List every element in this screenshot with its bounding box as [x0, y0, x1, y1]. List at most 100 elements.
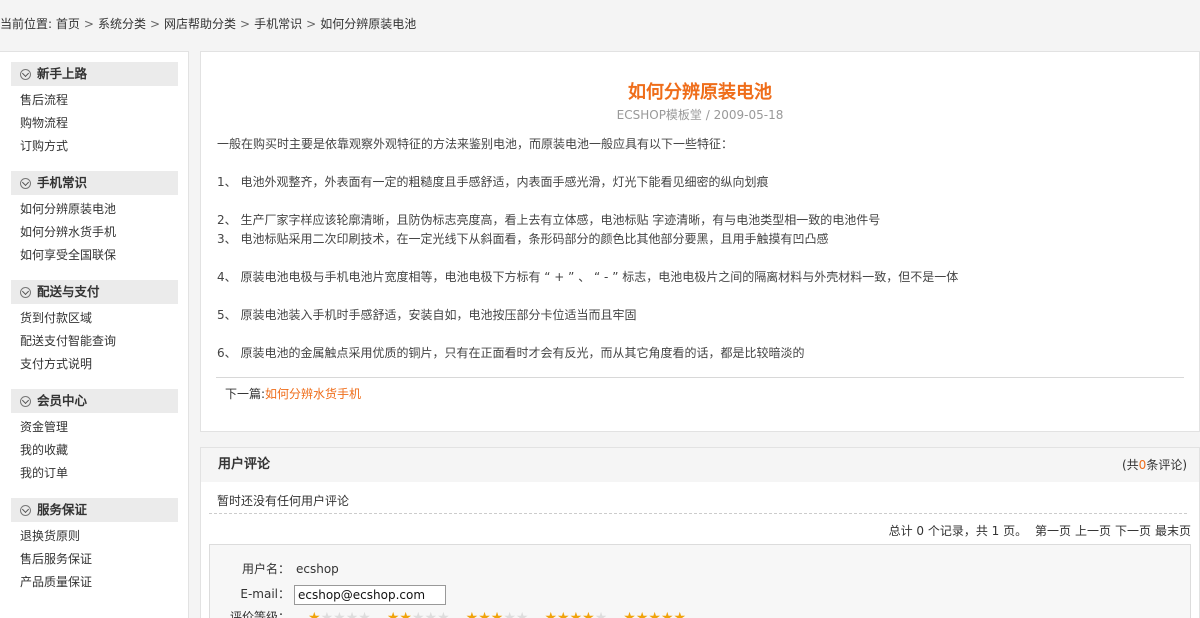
rating-options: ★ ★ ★ ★ ★ ★ ★ ★ ★ ★ ★ ★ ★ ★ ★ ★ ★ ★ ★ ★ ★ ★ ★ ★ ★ — [308, 611, 702, 618]
sidebar-link[interactable]: 如何分辨水货手机 — [20, 225, 116, 239]
pagination-last[interactable]: 最末页 — [1155, 524, 1191, 538]
breadcrumb-current: 如何分辨原装电池 — [320, 17, 417, 31]
star-icon: ★ — [345, 610, 359, 618]
comments-count: (共0条评论) — [1122, 448, 1187, 482]
chevron-down-icon — [20, 177, 31, 189]
star-icon: ★ — [478, 610, 491, 618]
chevron-down-icon — [20, 395, 31, 407]
star-icon: ★ — [544, 610, 557, 618]
help-sidebar: 新手上路 售后流程 购物流程 订购方式 手机常识 如何分辨原装电池 如何分辨水货… — [0, 51, 189, 618]
pagination-first[interactable]: 第一页 — [1035, 524, 1071, 538]
star-icon: ★ — [437, 610, 450, 618]
breadcrumb-phone-knowledge[interactable]: 手机常识 — [254, 17, 302, 31]
breadcrumb-home[interactable]: 首页 — [56, 17, 80, 31]
category-member-center: 会员中心 资金管理 我的收藏 我的订单 — [11, 389, 178, 488]
star-icon: ★ — [582, 610, 595, 618]
comments-count-suffix: 条评论) — [1146, 458, 1187, 472]
sidebar-link[interactable]: 支付方式说明 — [20, 357, 92, 371]
sidebar-link[interactable]: 配送支付智能查询 — [20, 334, 116, 348]
category-title: 会员中心 — [37, 393, 88, 408]
sidebar-link[interactable]: 资金管理 — [20, 420, 68, 434]
category-service-guarantee: 服务保证 退换货原则 售后服务保证 产品质量保证 — [11, 498, 178, 597]
rating-option-1[interactable]: ★ ★ ★ ★ ★ — [308, 611, 371, 618]
breadcrumb-system-category[interactable]: 系统分类 — [98, 17, 146, 31]
breadcrumb-prefix: 当前位置: — [0, 17, 53, 31]
article-title: 如何分辨原装电池 — [628, 82, 772, 103]
star-icon: ★ — [673, 610, 687, 618]
pagination-prev[interactable]: 上一页 — [1075, 524, 1111, 538]
comments-panel: 用户评论 (共0条评论) 暂时还没有任何用户评论 总计 0 个记录，共 1 页。… — [200, 447, 1200, 618]
category-header[interactable]: 配送与支付 — [11, 280, 178, 304]
article-paragraph: 6、 原装电池的金属触点采用优质的铜片，只有在正面看时才会有反光，而从其它角度看… — [217, 346, 805, 360]
rating-option-4[interactable]: ★ ★ ★ ★ ★ — [544, 611, 607, 618]
comments-title: 用户评论 — [218, 457, 271, 472]
star-icon: ★ — [399, 610, 412, 618]
pagination-next[interactable]: 下一页 — [1115, 524, 1151, 538]
category-phone-knowledge: 手机常识 如何分辨原装电池 如何分辨水货手机 如何享受全国联保 — [11, 171, 178, 270]
sidebar-link[interactable]: 订购方式 — [20, 139, 68, 153]
next-article-link[interactable]: 如何分辨水货手机 — [265, 387, 361, 401]
chevron-down-icon — [20, 286, 31, 298]
star-icon: ★ — [490, 610, 504, 618]
article-meta: ECSHOP模板堂 / 2009-05-18 — [616, 108, 784, 122]
rating-option-5[interactable]: ★ ★ ★ ★ ★ — [623, 611, 686, 618]
star-icon: ★ — [320, 610, 334, 618]
pagination-summary: 总计 0 个记录，共 1 页。 — [888, 524, 1028, 538]
sidebar-link[interactable]: 我的订单 — [20, 466, 68, 480]
chevron-down-icon — [20, 504, 31, 516]
category-header[interactable]: 服务保证 — [11, 498, 178, 522]
star-icon: ★ — [569, 610, 583, 618]
category-title: 手机常识 — [37, 175, 88, 190]
article-paragraph: 4、 原装电池电极与手机电池片宽度相等，电池电极下方标有 “ + ” 、 “ -… — [217, 270, 959, 284]
username-value: ecshop — [296, 562, 339, 576]
comments-count-prefix: (共 — [1121, 458, 1139, 472]
star-icon: ★ — [648, 610, 661, 618]
email-field[interactable] — [294, 585, 446, 605]
breadcrumb-separator: > — [306, 17, 317, 31]
article-paragraph: 3、 电池标贴采用二次印刷技术，在一定光线下从斜面看，条形码部分的颜色比其他部分… — [217, 232, 829, 246]
category-header[interactable]: 手机常识 — [11, 171, 178, 195]
breadcrumb: 当前位置: 首页 > 系统分类 > 网店帮助分类 > 手机常识 > 如何分辨原装电池 — [0, 15, 416, 33]
rating-label: 评价等级： — [229, 610, 290, 618]
category-delivery-payment: 配送与支付 货到付款区域 配送支付智能查询 支付方式说明 — [11, 280, 178, 379]
article-paragraph: 一般在购买时主要是依靠观察外观特征的方法来鉴别电池，而原装电池一般应具有以下一些… — [217, 137, 734, 151]
sidebar-link[interactable]: 如何分辨原装电池 — [20, 202, 116, 216]
sidebar-link[interactable]: 我的收藏 — [20, 443, 68, 457]
category-title: 新手上路 — [37, 66, 88, 81]
category-title: 配送与支付 — [37, 284, 100, 299]
article-paragraph: 2、 生产厂家字样应该轮廓清晰，且防伪标志亮度高，看上去有立体感，电池标贴 字迹… — [217, 213, 881, 227]
star-icon: ★ — [635, 610, 649, 618]
pagination: 总计 0 个记录，共 1 页。 第一页 上一页 下一页 最末页 — [889, 523, 1191, 539]
sidebar-link[interactable]: 售后流程 — [20, 93, 68, 107]
chevron-down-icon — [20, 68, 31, 80]
next-article: 下一篇:如何分辨水货手机 — [225, 386, 361, 402]
breadcrumb-separator: > — [240, 17, 251, 31]
star-icon: ★ — [333, 610, 346, 618]
sidebar-link[interactable]: 货到付款区域 — [20, 311, 92, 325]
star-icon: ★ — [594, 610, 608, 618]
category-title: 服务保证 — [37, 502, 88, 517]
star-icon: ★ — [424, 610, 438, 618]
breadcrumb-separator: > — [149, 17, 161, 31]
comments-divider — [209, 513, 1187, 514]
rating-option-3[interactable]: ★ ★ ★ ★ ★ — [466, 611, 529, 618]
breadcrumb-help-category[interactable]: 网店帮助分类 — [164, 17, 236, 31]
category-header[interactable]: 会员中心 — [11, 389, 178, 413]
sidebar-link[interactable]: 售后服务保证 — [20, 552, 92, 566]
star-icon: ★ — [308, 610, 321, 618]
sidebar-link[interactable]: 退换货原则 — [20, 529, 80, 543]
sidebar-link[interactable]: 产品质量保证 — [20, 575, 92, 589]
category-newbie: 新手上路 售后流程 购物流程 订购方式 — [11, 62, 178, 161]
star-icon: ★ — [358, 610, 371, 618]
category-header[interactable]: 新手上路 — [11, 62, 178, 86]
comments-header: 用户评论 (共0条评论) — [201, 448, 1199, 482]
article-paragraph: 5、 原装电池装入手机时手感舒适，安装自如，电池按压部分卡位适当而且牢固 — [217, 308, 637, 322]
article-divider — [216, 377, 1184, 378]
sidebar-link[interactable]: 购物流程 — [20, 116, 68, 130]
rating-option-2[interactable]: ★ ★ ★ ★ ★ — [387, 611, 450, 618]
breadcrumb-separator: > — [83, 17, 94, 31]
sidebar-link[interactable]: 如何享受全国联保 — [20, 248, 116, 262]
comment-form: 用户名： ecshop E-mail： 评价等级： ★★★★★★★★★★★★★★… — [209, 544, 1191, 618]
star-icon: ★ — [386, 610, 400, 618]
next-article-label: 下一篇: — [225, 387, 266, 401]
